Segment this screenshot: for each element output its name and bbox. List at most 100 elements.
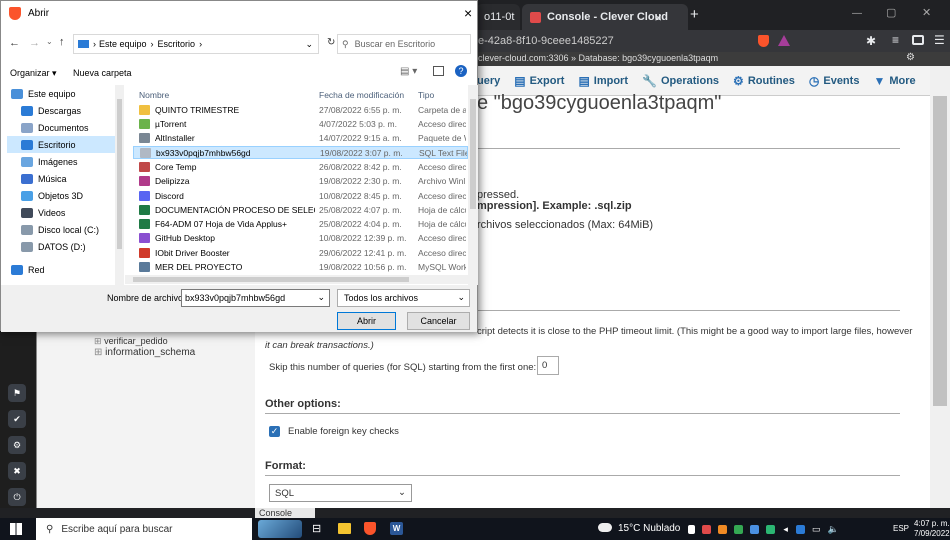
word-icon[interactable]: W <box>390 522 403 535</box>
sidebar-tool-button[interactable]: ✔ <box>8 410 26 428</box>
nav-item[interactable]: Objetos 3D <box>7 187 123 204</box>
language-indicator[interactable]: ESP <box>893 524 909 533</box>
nav-item[interactable]: Imágenes <box>7 153 123 170</box>
file-row[interactable]: Discord 10/08/2022 8:45 p. m. Acceso direc <box>133 189 468 203</box>
tab-operations[interactable]: 🔧 Operations <box>635 74 726 88</box>
clock-time[interactable]: 4:07 p. m. <box>914 519 950 528</box>
format-select[interactable]: SQL ⌄ <box>269 484 412 502</box>
file-list-scrollbar[interactable] <box>468 85 478 285</box>
path-bar[interactable]: › Este equipo › Escritorio › ⌄ <box>73 34 319 54</box>
brave-browser-icon[interactable] <box>364 522 376 535</box>
sidebar-tool-button[interactable]: ⚙ <box>8 436 26 454</box>
task-view-icon[interactable]: ⊟ <box>312 522 321 535</box>
console-toggle[interactable]: Console <box>255 508 315 518</box>
file-row[interactable]: Core Temp 26/08/2022 8:42 p. m. Acceso dir… <box>133 160 468 174</box>
chevron-down-icon[interactable]: ⌄ <box>317 292 325 303</box>
sidebar-tool-button[interactable]: ✖ <box>8 462 26 480</box>
volume-icon[interactable]: 🔈 <box>828 524 839 534</box>
file-row[interactable]: µTorrent 4/07/2022 5:03 p. m. Acceso direc <box>133 117 468 131</box>
brave-shield-icon[interactable] <box>758 35 769 47</box>
tab-events[interactable]: ◷ Events <box>802 74 867 88</box>
file-row[interactable]: DOCUMENTACIÓN PROCESO DE SELECC... 25/08/… <box>133 203 468 217</box>
skip-queries-input[interactable]: 0 <box>537 356 559 375</box>
nav-scrollbar-thumb[interactable] <box>117 99 122 249</box>
clock-date[interactable]: 7/09/2022 <box>914 529 950 538</box>
breadcrumb[interactable]: clever-cloud.com:3306 » Database: bgo39c… <box>478 53 718 63</box>
file-row[interactable]: AltInstaller 14/07/2022 9:15 a. m. Paquete… <box>133 132 468 146</box>
nav-scrollbar[interactable] <box>115 85 124 285</box>
file-row[interactable]: GitHub Desktop 10/08/2022 12:39 p. m. Acce… <box>133 232 468 246</box>
nav-item[interactable]: Videos <box>7 204 123 221</box>
view-options-icon[interactable]: ▤ ▾ <box>400 66 417 77</box>
file-row[interactable]: MER DEL PROYECTO 19/08/2022 10:56 p. m. My… <box>133 260 468 274</box>
chevron-left-icon[interactable]: ◂ <box>783 524 788 534</box>
wallet-icon[interactable] <box>912 35 924 45</box>
tab-more[interactable]: ▼ More <box>866 74 922 88</box>
brave-rewards-icon[interactable] <box>778 35 790 46</box>
extensions-icon[interactable]: ✱ <box>866 34 876 48</box>
file-row[interactable]: IObit Driver Booster 29/06/2022 12:41 p. … <box>133 246 468 260</box>
file-row[interactable]: bx933v0pqjb7mhbw56gd 19/08/2022 3:07 p. m… <box>133 145 468 160</box>
scrollbar-thumb[interactable] <box>933 96 947 406</box>
file-row[interactable]: QUINTO TRIMESTRE 27/08/2022 6:55 p. m. Car… <box>133 103 468 117</box>
menu-icon[interactable]: ☰ <box>934 33 945 47</box>
file-list-scrollbar-thumb[interactable] <box>470 99 476 209</box>
tab-import[interactable]: ▤ Import <box>571 74 635 88</box>
path-segment[interactable]: Escritorio <box>158 39 196 49</box>
cancel-button[interactable]: Cancelar <box>407 312 470 330</box>
nav-item[interactable]: Red <box>7 261 123 278</box>
tab-previous[interactable]: o11-0t <box>476 4 520 30</box>
refresh-icon[interactable]: ↻ <box>327 37 335 48</box>
nav-item[interactable]: Documentos <box>7 119 123 136</box>
window-close-icon[interactable]: ✕ <box>922 6 931 19</box>
sidebar-tool-button[interactable]: ⏻ <box>8 488 26 506</box>
sidebar-tool-button[interactable]: ⚑ <box>8 384 26 402</box>
nav-item[interactable]: Disco local (C:) <box>7 221 123 238</box>
taskbar-search[interactable]: ⚲ Escribe aquí para buscar <box>36 518 252 540</box>
new-tab-button[interactable]: + <box>690 6 699 23</box>
foreign-key-checkbox[interactable]: ✓ <box>269 426 280 437</box>
dialog-close-icon[interactable]: × <box>464 5 472 21</box>
column-name[interactable]: Nombre <box>139 90 169 100</box>
file-row[interactable]: Delipizza 19/08/2022 2:30 p. m. Archivo Wi… <box>133 175 468 189</box>
nav-item[interactable]: Música <box>7 170 123 187</box>
chevron-down-icon[interactable]: ⌄ <box>305 39 313 50</box>
file-type-select[interactable]: Todos los archivos ⌄ <box>337 289 470 307</box>
recent-dropdown-icon[interactable]: ⌄ <box>46 37 53 46</box>
tab-export[interactable]: ▤ Export <box>507 74 571 88</box>
weather-text[interactable]: 15°C Nublado <box>618 523 680 534</box>
tray-app-icon[interactable] <box>766 524 776 534</box>
preview-pane-icon[interactable] <box>433 66 444 76</box>
windows-start-icon[interactable] <box>10 523 22 535</box>
file-row[interactable]: F64-ADM 07 Hoja de Vida Applus+ 25/08/202… <box>133 217 468 231</box>
tree-item-information-schema[interactable]: ⊞ information_schema <box>94 347 195 358</box>
nav-item[interactable]: Descargas <box>7 102 123 119</box>
help-icon[interactable]: ? <box>455 65 467 77</box>
tab-close-icon[interactable]: × <box>654 10 662 25</box>
nav-item[interactable]: Este equipo <box>7 85 123 102</box>
column-type[interactable]: Tipo <box>418 90 434 100</box>
search-input[interactable]: ⚲ Buscar en Escritorio <box>337 34 471 54</box>
tray-app-icon[interactable] <box>734 524 744 534</box>
forward-arrow-icon[interactable]: → <box>29 37 40 49</box>
tray-app-icon[interactable] <box>718 524 728 534</box>
tray-app-icon[interactable] <box>702 524 712 534</box>
tray-app-icon[interactable] <box>688 524 695 534</box>
organize-menu[interactable]: Organizar ▾ <box>10 68 57 79</box>
maximize-icon[interactable]: ▢ <box>886 6 896 19</box>
reading-list-icon[interactable]: ≡ <box>892 33 899 47</box>
horizontal-scrollbar[interactable] <box>125 275 468 284</box>
file-explorer-icon[interactable] <box>338 523 351 534</box>
nav-item[interactable]: DATOS (D:) <box>7 238 123 255</box>
tray-app-icon[interactable] <box>795 524 805 534</box>
page-scrollbar[interactable] <box>930 66 950 508</box>
horizontal-scrollbar-thumb[interactable] <box>133 277 409 282</box>
tab-routines[interactable]: ⚙ Routines <box>726 74 802 88</box>
tree-item-verificar-pedido[interactable]: ⊞ verificar_pedido <box>94 336 168 347</box>
back-arrow-icon[interactable]: ← <box>9 37 20 49</box>
news-widget-icon[interactable] <box>258 520 302 538</box>
network-icon[interactable]: ▭ <box>812 524 821 534</box>
up-arrow-icon[interactable]: ↑ <box>59 36 65 48</box>
filename-input[interactable]: bx933v0pqjb7mhbw56gd ⌄ <box>181 289 330 307</box>
tray-app-icon[interactable] <box>750 524 760 534</box>
